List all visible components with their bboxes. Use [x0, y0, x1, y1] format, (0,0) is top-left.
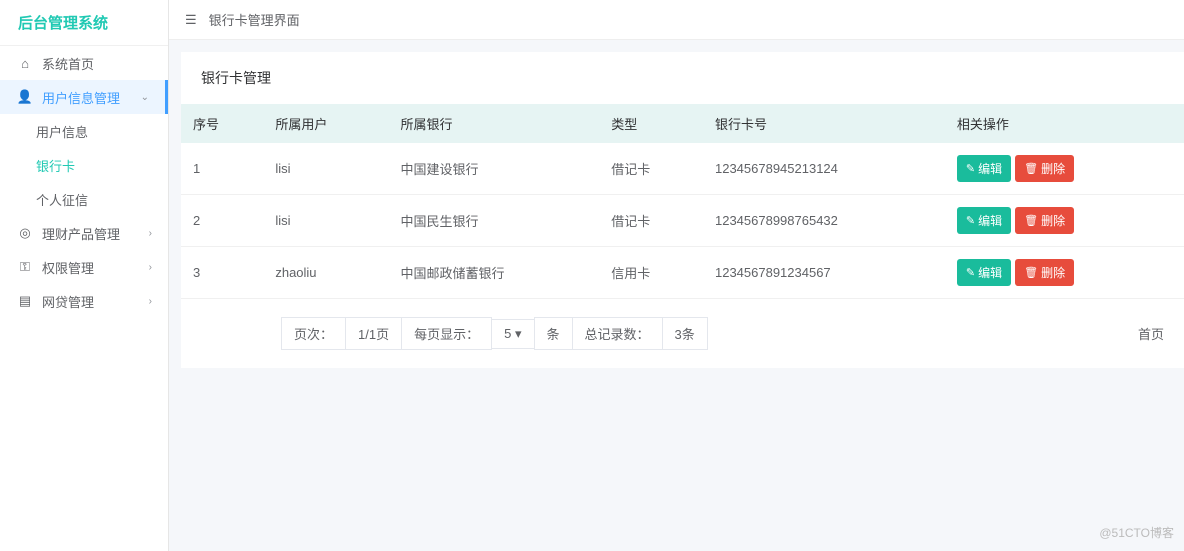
key-icon: ⚿ — [16, 259, 34, 275]
pencil-icon: ✎ — [966, 162, 975, 175]
col-cardno: 银行卡号 — [703, 104, 945, 143]
delete-button[interactable]: 🗑删除 — [1015, 207, 1074, 234]
cell-no: 1 — [181, 143, 263, 195]
sidebar-item-auth[interactable]: ⚿ 权限管理 › — [0, 250, 168, 284]
card: 银行卡管理 序号 所属用户 所属银行 类型 银行卡号 相关操作 1lisi中国建… — [181, 52, 1184, 368]
sidebar-item-credit[interactable]: 个人征信 — [0, 182, 168, 216]
cell-bank: 中国邮政储蓄银行 — [388, 247, 599, 299]
chevron-down-icon: ⌄ — [141, 92, 149, 103]
sidebar-item-label: 个人征信 — [36, 190, 88, 209]
delete-button[interactable]: 🗑删除 — [1015, 155, 1074, 182]
chevron-right-icon: › — [149, 262, 152, 273]
pagination-first-link[interactable]: 首页 — [1138, 324, 1164, 343]
sidebar-item-loan[interactable]: ▤ 网贷管理 › — [0, 284, 168, 318]
cell-type: 借记卡 — [599, 143, 703, 195]
sidebar-item-label: 银行卡 — [36, 156, 75, 175]
cell-user: zhaoliu — [263, 247, 388, 299]
edit-button[interactable]: ✎编辑 — [957, 207, 1011, 234]
content: 银行卡管理 序号 所属用户 所属银行 类型 银行卡号 相关操作 1lisi中国建… — [169, 40, 1184, 368]
sidebar-submenu-user: 用户信息 银行卡 个人征信 — [0, 114, 168, 216]
sidebar-menu: ⌂ 系统首页 👤 用户信息管理 ⌄ 用户信息 银行卡 个人征信 ◎ — [0, 46, 168, 551]
total-value: 3条 — [662, 317, 708, 350]
cell-bank: 中国建设银行 — [388, 143, 599, 195]
cell-user: lisi — [263, 195, 388, 247]
col-user: 所属用户 — [263, 104, 388, 143]
sidebar-item-label: 权限管理 — [42, 258, 94, 277]
caret-down-icon: ▾ — [515, 326, 522, 341]
page-label: 页次： — [281, 317, 346, 350]
sidebar-item-user-info[interactable]: 用户信息 — [0, 114, 168, 148]
sidebar-item-label: 系统首页 — [42, 54, 94, 73]
sidebar-item-label: 网贷管理 — [42, 292, 94, 311]
pencil-icon: ✎ — [966, 214, 975, 227]
cell-no: 2 — [181, 195, 263, 247]
cell-bank: 中国民生银行 — [388, 195, 599, 247]
loan-icon: ▤ — [16, 293, 34, 309]
col-bank: 所属银行 — [388, 104, 599, 143]
hamburger-icon[interactable]: ☰ — [185, 12, 197, 28]
sidebar-item-wealth[interactable]: ◎ 理财产品管理 › — [0, 216, 168, 250]
home-icon: ⌂ — [16, 56, 34, 71]
sidebar-item-label: 用户信息管理 — [42, 88, 120, 107]
breadcrumb: 银行卡管理界面 — [209, 10, 300, 29]
edit-button[interactable]: ✎编辑 — [957, 155, 1011, 182]
col-type: 类型 — [599, 104, 703, 143]
cell-ops: ✎编辑🗑删除 — [945, 143, 1184, 195]
cell-cardno: 12345678945213124 — [703, 143, 945, 195]
sidebar-item-label: 用户信息 — [36, 122, 88, 141]
cell-ops: ✎编辑🗑删除 — [945, 195, 1184, 247]
table-row: 2lisi中国民生银行借记卡12345678998765432✎编辑🗑删除 — [181, 195, 1184, 247]
table-row: 3zhaoliu中国邮政储蓄银行信用卡1234567891234567✎编辑🗑删… — [181, 247, 1184, 299]
per-page-unit: 条 — [534, 317, 573, 350]
app-logo: 后台管理系统 — [0, 0, 168, 46]
user-icon: 👤 — [16, 89, 34, 105]
sidebar-item-bank-card[interactable]: 银行卡 — [0, 148, 168, 182]
chevron-right-icon: › — [149, 296, 152, 307]
sidebar-item-home[interactable]: ⌂ 系统首页 — [0, 46, 168, 80]
bank-card-table: 序号 所属用户 所属银行 类型 银行卡号 相关操作 1lisi中国建设银行借记卡… — [181, 104, 1184, 299]
col-no: 序号 — [181, 104, 263, 143]
sidebar-item-user-mgmt[interactable]: 👤 用户信息管理 ⌄ — [0, 80, 168, 114]
card-title: 银行卡管理 — [181, 52, 1184, 104]
product-icon: ◎ — [16, 225, 34, 241]
main-area: ☰ 银行卡管理界面 银行卡管理 序号 所属用户 所属银行 类型 银行卡号 相关操… — [169, 0, 1184, 551]
sidebar: 后台管理系统 ⌂ 系统首页 👤 用户信息管理 ⌄ 用户信息 银行卡 个人征信 — [0, 0, 169, 551]
edit-button[interactable]: ✎编辑 — [957, 259, 1011, 286]
col-ops: 相关操作 — [945, 104, 1184, 143]
table-header-row: 序号 所属用户 所属银行 类型 银行卡号 相关操作 — [181, 104, 1184, 143]
trash-icon: 🗑 — [1024, 266, 1038, 279]
cell-cardno: 12345678998765432 — [703, 195, 945, 247]
cell-cardno: 1234567891234567 — [703, 247, 945, 299]
pencil-icon: ✎ — [966, 266, 975, 279]
per-page-value: 5 — [504, 326, 511, 341]
trash-icon: 🗑 — [1024, 162, 1038, 175]
per-page-select[interactable]: 5 ▾ — [491, 319, 534, 349]
watermark: @51CTO博客 — [1099, 524, 1174, 541]
chevron-right-icon: › — [149, 228, 152, 239]
total-label: 总记录数： — [572, 317, 663, 350]
delete-button[interactable]: 🗑删除 — [1015, 259, 1074, 286]
cell-ops: ✎编辑🗑删除 — [945, 247, 1184, 299]
cell-user: lisi — [263, 143, 388, 195]
page-value: 1/1页 — [345, 317, 402, 350]
cell-type: 信用卡 — [599, 247, 703, 299]
sidebar-item-label: 理财产品管理 — [42, 224, 120, 243]
cell-no: 3 — [181, 247, 263, 299]
table-row: 1lisi中国建设银行借记卡12345678945213124✎编辑🗑删除 — [181, 143, 1184, 195]
topbar: ☰ 银行卡管理界面 — [169, 0, 1184, 40]
cell-type: 借记卡 — [599, 195, 703, 247]
per-page-label: 每页显示： — [401, 317, 492, 350]
pagination: 页次： 1/1页 每页显示： 5 ▾ 条 总记录数： 3条 首页 — [181, 299, 1184, 368]
trash-icon: 🗑 — [1024, 214, 1038, 227]
